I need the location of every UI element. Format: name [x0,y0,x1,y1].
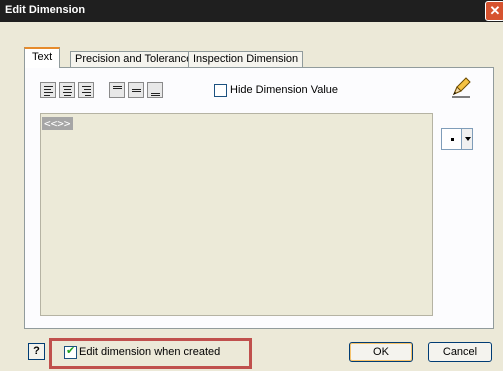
dimension-value-placeholder: <<>> [42,117,73,130]
symbol-dot-icon [451,138,454,141]
checkmark-icon: ✔ [66,345,76,357]
tab-precision-and-tolerance[interactable]: Precision and Tolerance [70,51,198,67]
tab-text[interactable]: Text [24,47,61,68]
tab-inspection-dimension[interactable]: Inspection Dimension [188,51,304,67]
edit-dimension-when-created-label: Edit dimension when created [79,346,221,358]
align-left-icon[interactable] [40,82,56,98]
close-icon: ✕ [489,3,501,18]
align-center-icon[interactable] [59,82,75,98]
ok-button[interactable]: OK [349,342,413,362]
symbol-dropdown[interactable] [441,128,473,150]
dimension-text-editor[interactable]: <<>> [40,113,433,316]
align-middle-icon[interactable] [128,82,144,98]
window-title: Edit Dimension [5,4,86,16]
pencil-icon[interactable] [450,76,472,98]
align-right-icon[interactable] [78,82,94,98]
hide-dimension-value-label: Hide Dimension Value [230,84,339,96]
close-button[interactable]: ✕ [485,1,503,21]
align-bottom-icon[interactable] [147,82,163,98]
help-button[interactable]: ? [28,343,45,360]
align-top-icon[interactable] [109,82,125,98]
edit-dimension-when-created-checkbox[interactable]: ✔ [64,345,77,359]
hide-dimension-value-checkbox[interactable] [214,84,227,97]
cancel-button[interactable]: Cancel [428,342,492,362]
edit-dimension-dialog: Edit Dimension ✕ Text Precision and Tole… [0,0,503,371]
chevron-down-icon[interactable] [461,129,472,149]
title-bar[interactable]: Edit Dimension ✕ [0,0,503,22]
